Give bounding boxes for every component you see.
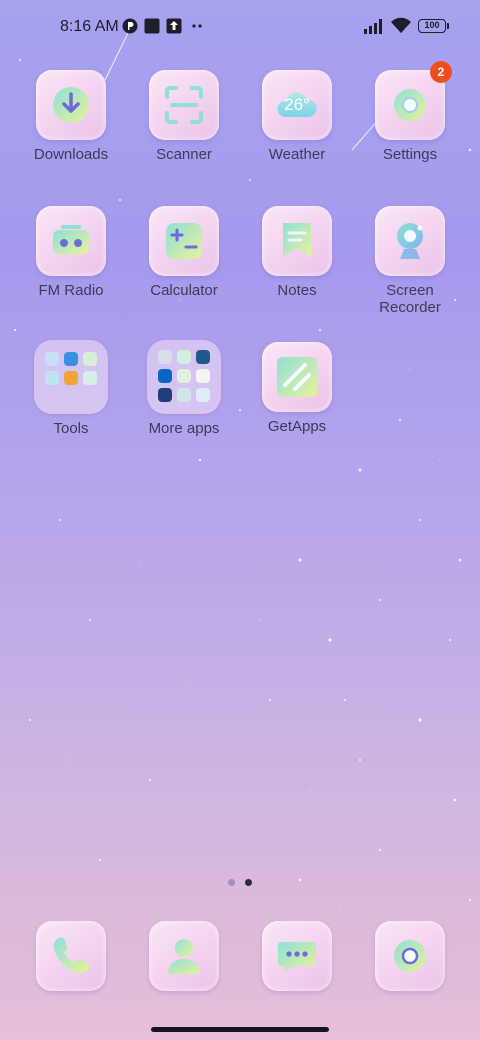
home-gesture-bar[interactable] [151,1027,329,1032]
notes-tile [262,206,332,276]
tools-app-1-icon [45,352,59,366]
dock-phone[interactable] [15,921,127,991]
app-label: Calculator [150,282,218,299]
weather-tile: 26° [262,70,332,140]
linkedin-icon [158,369,172,383]
messages-tile [262,921,332,991]
app-label: Downloads [33,146,109,163]
dock-camera[interactable] [354,921,466,991]
p-icon [122,18,138,34]
settings-icon [394,89,426,121]
calculator-tile [149,206,219,276]
status-bar: 8:16 AM 100 [0,0,480,56]
scanner-tile [149,70,219,140]
app-label: Settings [382,146,438,163]
more-app-8-icon [177,388,191,402]
battery-icon: 100 [418,19,446,33]
more-app-9-icon [196,388,210,402]
getapps-tile [262,342,332,412]
tools-folder-tile [34,340,108,414]
page-dot-1[interactable] [228,879,235,886]
contacts-icon [168,939,200,974]
calculator-icon [166,223,202,259]
downloads-tile [36,70,106,140]
download-icon [53,87,89,123]
square-app-icon [144,18,160,34]
messages-icon [278,942,316,973]
tools-app-4-icon [45,371,59,385]
screen-recorder-icon [397,223,423,259]
page-dot-2[interactable] [245,879,252,886]
app-label: Screen Recorder [379,282,441,316]
phone-icon [53,937,90,974]
upload-icon [166,18,182,34]
settings-badge: 2 [430,61,452,83]
battery-level: 100 [424,20,440,30]
app-label: Tools [53,420,89,437]
app-label: FM Radio [38,282,104,299]
contacts-tile [149,921,219,991]
tools-app-5-icon [64,371,78,385]
more-app-3-icon [196,350,210,364]
app-label: More apps [148,420,220,437]
getapps-icon [277,357,317,397]
radio-icon [53,225,89,254]
status-time: 8:16 AM [60,18,119,35]
more-app-2-icon [177,350,191,364]
more-app-1-icon [158,350,172,364]
wifi-icon [391,17,411,33]
weather-temperature: 26° [284,95,310,114]
tools-app-3-icon [83,352,97,366]
more-apps-folder-tile [147,340,221,414]
more-dots-icon [192,24,202,28]
battery-tip [447,23,449,29]
more-app-7-icon [158,388,172,402]
app-label: Notes [277,282,317,299]
app-label: Scanner [156,146,212,163]
notes-icon [283,223,311,257]
dock-messages[interactable] [241,921,353,991]
scanner-icon [165,86,203,124]
screen-recorder-tile [375,206,445,276]
app-label: Weather [268,146,326,163]
more-app-5-icon [177,369,191,383]
tools-app-6-icon [83,371,97,385]
camera-tile [375,921,445,991]
app-label: GetApps [267,418,327,435]
tools-app-2-icon [64,352,78,366]
more-app-6-icon [196,369,210,383]
camera-icon [394,940,426,972]
fm-radio-tile [36,206,106,276]
phone-tile [36,921,106,991]
dock-contacts[interactable] [128,921,240,991]
signal-icon [364,19,382,34]
